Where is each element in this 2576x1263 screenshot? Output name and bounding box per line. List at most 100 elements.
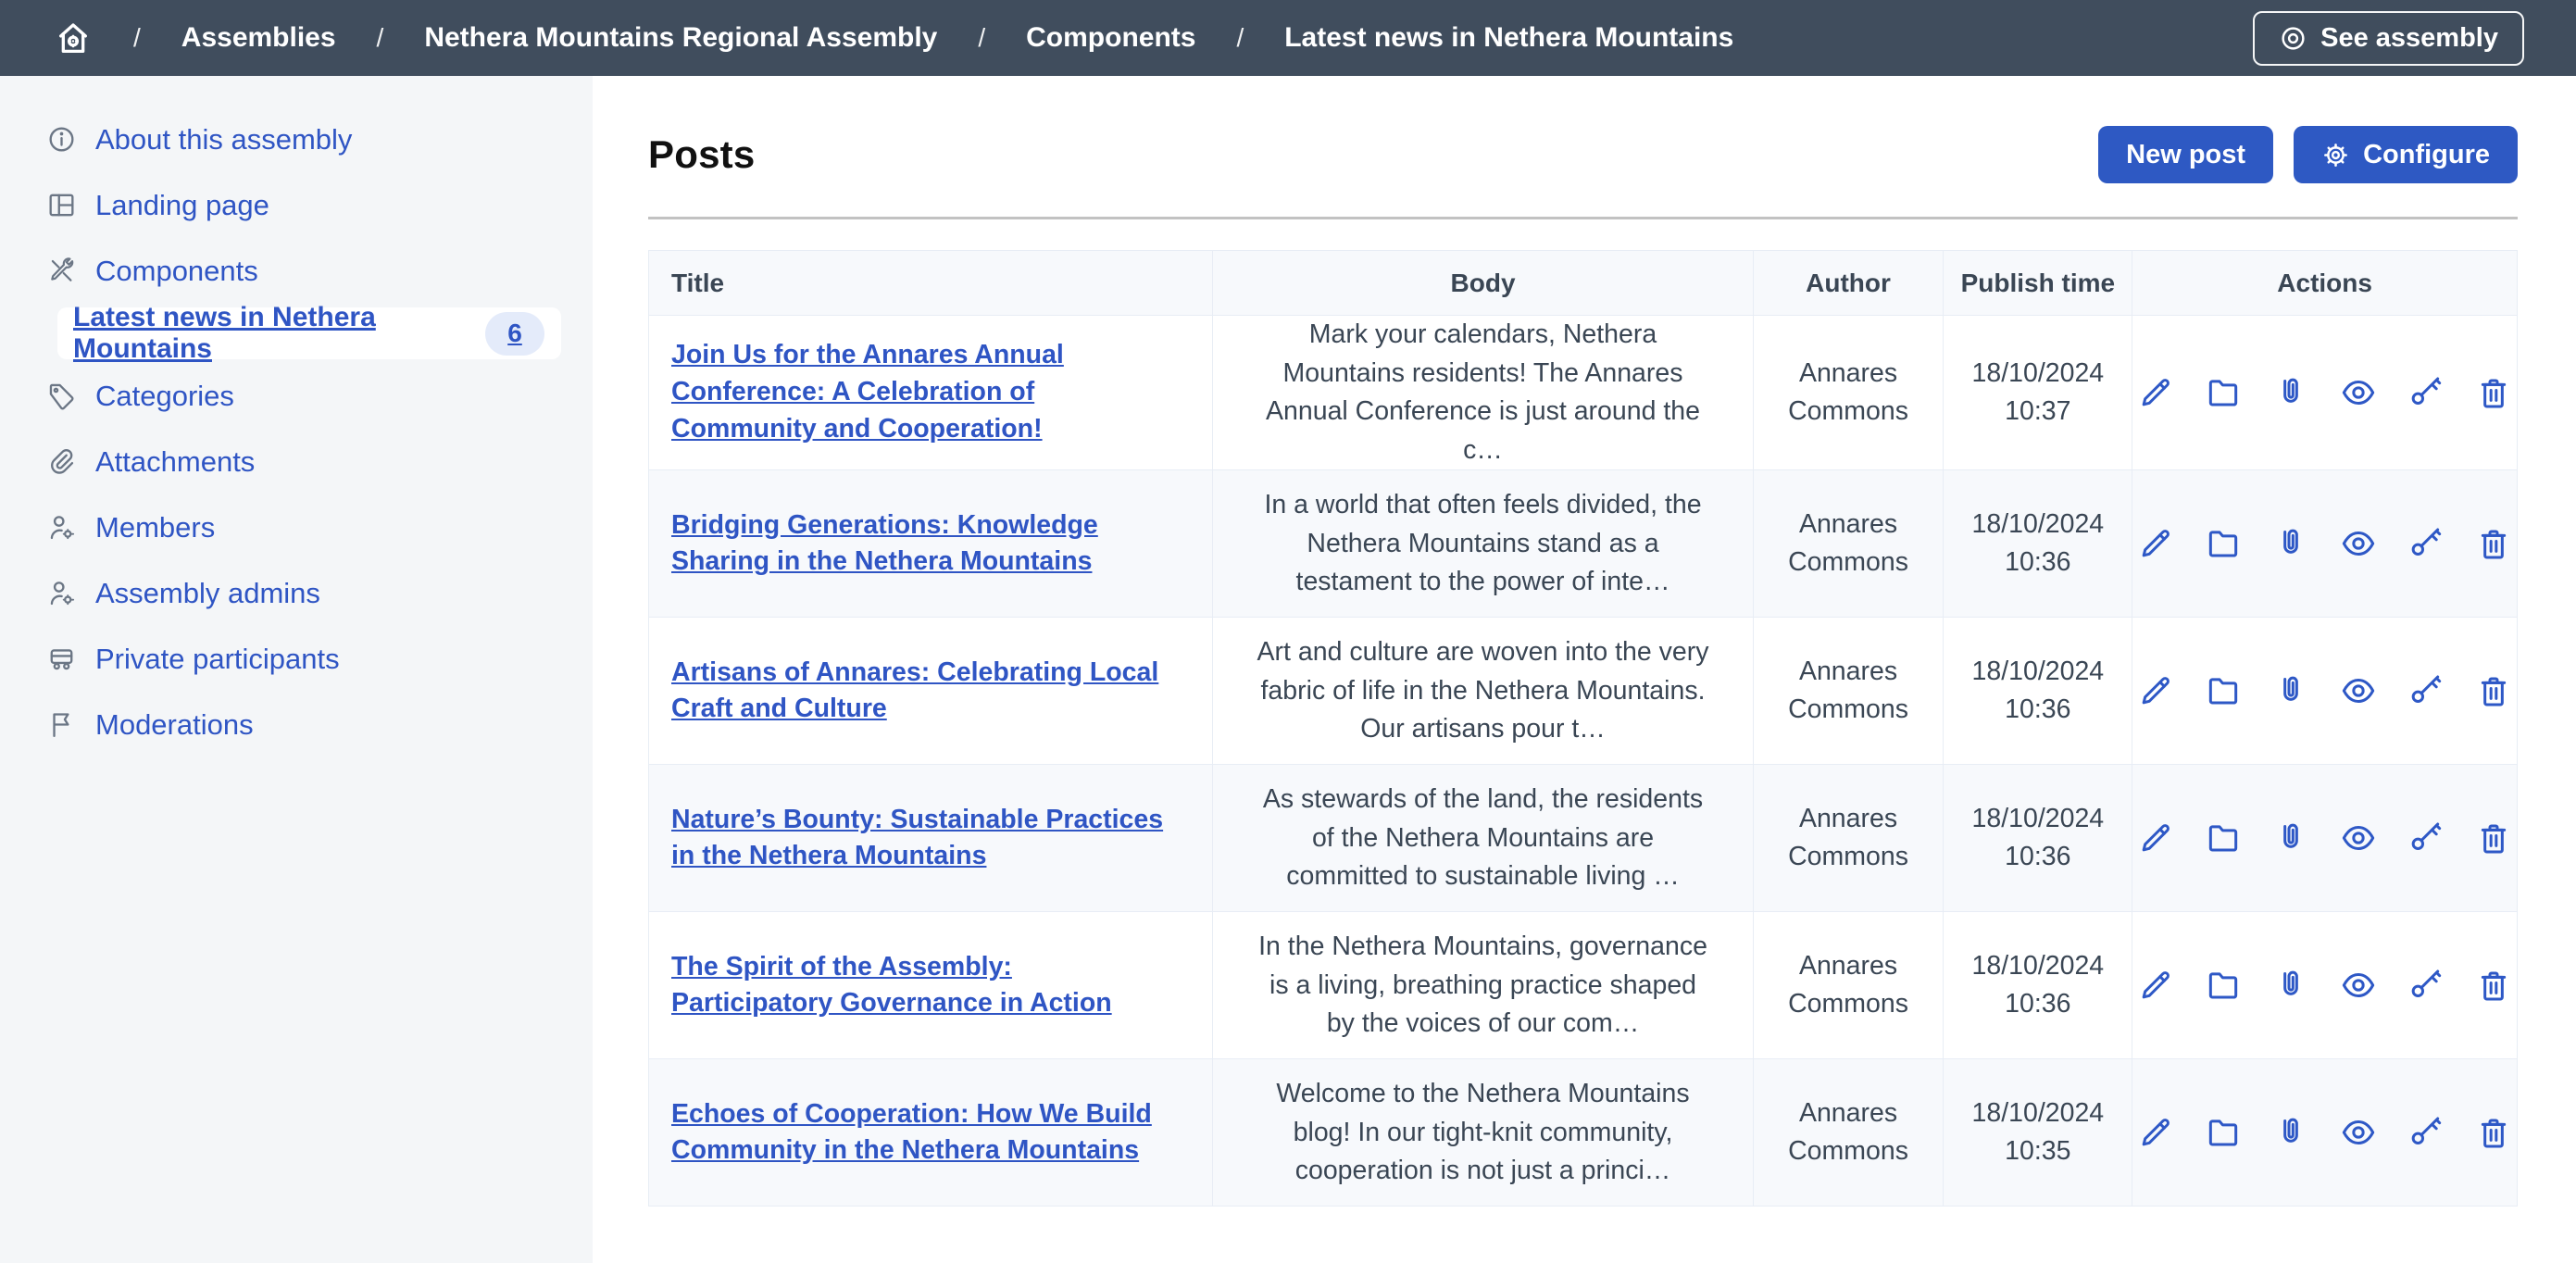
- post-title-link[interactable]: Artisans of Annares: Celebrating Local C…: [671, 657, 1158, 724]
- sidebar-item-about-this-assembly[interactable]: About this assembly: [0, 106, 593, 172]
- paperclip-icon: [46, 446, 77, 477]
- edit-button[interactable]: [2137, 374, 2174, 411]
- sidebar-item-landing-page[interactable]: Landing page: [0, 172, 593, 238]
- permissions-button[interactable]: [2407, 525, 2445, 562]
- preview-button[interactable]: [2340, 672, 2377, 709]
- breadcrumb-separator: /: [978, 23, 985, 53]
- attachments-button[interactable]: [2272, 967, 2309, 1004]
- folder-button[interactable]: [2205, 967, 2242, 1004]
- folder-button[interactable]: [2205, 819, 2242, 857]
- delete-button[interactable]: [2475, 672, 2512, 709]
- preview-button[interactable]: [2340, 374, 2377, 411]
- key-icon: [2407, 819, 2445, 857]
- breadcrumb-item[interactable]: Components: [1026, 22, 1195, 54]
- post-body-excerpt: Art and culture are woven into the very …: [1213, 618, 1753, 765]
- edit-button[interactable]: [2137, 672, 2174, 709]
- attachments-button[interactable]: [2272, 525, 2309, 562]
- sidebar-item-label: Assembly admins: [95, 577, 320, 610]
- delete-button[interactable]: [2475, 525, 2512, 562]
- sidebar-item-assembly-admins[interactable]: Assembly admins: [0, 560, 593, 626]
- folder-button[interactable]: [2205, 374, 2242, 411]
- publish-date: 18/10/2024: [1957, 800, 2119, 838]
- pencil-icon: [2137, 374, 2174, 411]
- trash-icon: [2475, 819, 2512, 857]
- post-title-link[interactable]: Join Us for the Annares Annual Conferenc…: [671, 340, 1064, 444]
- sidebar-item-label: Landing page: [95, 189, 269, 222]
- post-author: Annares Commons: [1753, 618, 1944, 765]
- sidebar-item-label: Attachments: [95, 445, 255, 479]
- publish-time: 10:36: [1957, 544, 2119, 581]
- post-title-link[interactable]: The Spirit of the Assembly: Participator…: [671, 952, 1112, 1019]
- preview-button[interactable]: [2340, 967, 2377, 1004]
- folder-button[interactable]: [2205, 672, 2242, 709]
- eye-icon: [2340, 967, 2377, 1004]
- attachments-button[interactable]: [2272, 819, 2309, 857]
- see-assembly-button[interactable]: See assembly: [2253, 11, 2524, 66]
- sidebar-item-moderations[interactable]: Moderations: [0, 692, 593, 757]
- delete-button[interactable]: [2475, 967, 2512, 1004]
- column-header-publish-time: Publish time: [1944, 251, 2132, 316]
- preview-button[interactable]: [2340, 819, 2377, 857]
- publish-date: 18/10/2024: [1957, 355, 2119, 393]
- attachments-button[interactable]: [2272, 672, 2309, 709]
- preview-button[interactable]: [2340, 1114, 2377, 1151]
- paperclip-u-icon: [2272, 819, 2309, 857]
- breadcrumb-item[interactable]: Assemblies: [181, 22, 336, 54]
- post-author: Annares Commons: [1753, 316, 1944, 470]
- table-row: Artisans of Annares: Celebrating Local C…: [649, 618, 2518, 765]
- post-title-link[interactable]: Nature’s Bounty: Sustainable Practices i…: [671, 805, 1163, 871]
- attachments-button[interactable]: [2272, 374, 2309, 411]
- trash-icon: [2475, 967, 2512, 1004]
- post-body-excerpt: Mark your calendars, Nethera Mountains r…: [1213, 316, 1753, 470]
- delete-button[interactable]: [2475, 1114, 2512, 1151]
- sidebar-item-label: Components: [95, 255, 258, 288]
- sidebar-item-attachments[interactable]: Attachments: [0, 429, 593, 494]
- table-header-row: TitleBodyAuthorPublish timeActions: [649, 251, 2518, 316]
- permissions-button[interactable]: [2407, 1114, 2445, 1151]
- new-post-button[interactable]: New post: [2098, 126, 2273, 183]
- configure-button[interactable]: Configure: [2294, 126, 2518, 183]
- publish-time: 10:37: [1957, 393, 2119, 431]
- edit-button[interactable]: [2137, 819, 2174, 857]
- folder-button[interactable]: [2205, 1114, 2242, 1151]
- delete-button[interactable]: [2475, 819, 2512, 857]
- divider: [648, 217, 2518, 219]
- paperclip-u-icon: [2272, 967, 2309, 1004]
- post-body-excerpt: Welcome to the Nethera Mountains blog! I…: [1213, 1059, 1753, 1207]
- table-row: Echoes of Cooperation: How We Build Comm…: [649, 1059, 2518, 1207]
- table-row: Join Us for the Annares Annual Conferenc…: [649, 316, 2518, 470]
- breadcrumb-separator: /: [377, 23, 384, 53]
- preview-button[interactable]: [2340, 525, 2377, 562]
- edit-button[interactable]: [2137, 525, 2174, 562]
- permissions-button[interactable]: [2407, 967, 2445, 1004]
- home-icon[interactable]: [54, 19, 93, 57]
- folder-icon: [2205, 1114, 2242, 1151]
- sidebar-subitem-latest-news-in-nethera-mountains[interactable]: Latest news in Nethera Mountains6: [57, 307, 561, 359]
- post-title-link[interactable]: Echoes of Cooperation: How We Build Comm…: [671, 1099, 1152, 1166]
- publish-time: 10:36: [1957, 838, 2119, 876]
- user-gear-icon: [46, 578, 77, 608]
- publish-time: 10:35: [1957, 1132, 2119, 1170]
- delete-button[interactable]: [2475, 374, 2512, 411]
- post-title-link[interactable]: Bridging Generations: Knowledge Sharing …: [671, 510, 1098, 577]
- sidebar-item-categories[interactable]: Categories: [0, 363, 593, 429]
- row-actions: [2132, 374, 2517, 411]
- sidebar-item-private-participants[interactable]: Private participants: [0, 626, 593, 692]
- paperclip-u-icon: [2272, 1114, 2309, 1151]
- post-body-excerpt: As stewards of the land, the residents o…: [1213, 765, 1753, 912]
- count-badge[interactable]: 6: [485, 312, 544, 356]
- sidebar-item-members[interactable]: Members: [0, 494, 593, 560]
- permissions-button[interactable]: [2407, 672, 2445, 709]
- attachments-button[interactable]: [2272, 1114, 2309, 1151]
- see-assembly-label: See assembly: [2320, 23, 2498, 54]
- permissions-button[interactable]: [2407, 819, 2445, 857]
- sidebar-item-components[interactable]: Components: [0, 238, 593, 304]
- edit-button[interactable]: [2137, 967, 2174, 1004]
- permissions-button[interactable]: [2407, 374, 2445, 411]
- main-content: Posts New post Configure TitleBodyAuthor…: [593, 76, 2576, 1263]
- breadcrumb-item[interactable]: Nethera Mountains Regional Assembly: [424, 22, 937, 54]
- post-author: Annares Commons: [1753, 912, 1944, 1059]
- folder-button[interactable]: [2205, 525, 2242, 562]
- edit-button[interactable]: [2137, 1114, 2174, 1151]
- sidebar-item-label: About this assembly: [95, 123, 352, 156]
